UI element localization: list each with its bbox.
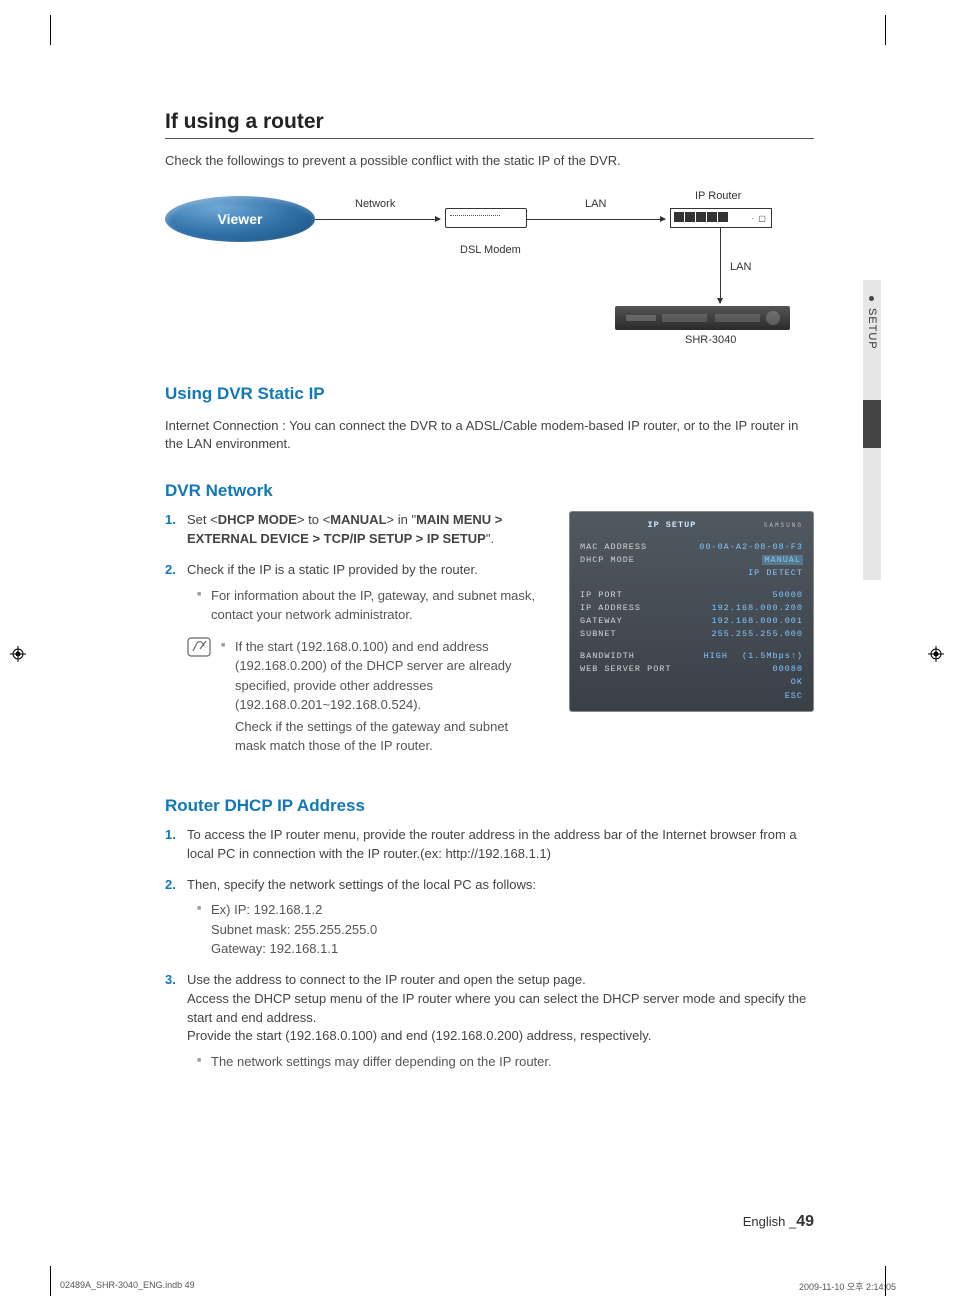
para-dvr-static-ip: Internet Connection : You can connect th… (165, 417, 814, 453)
label-lan: LAN (585, 198, 606, 210)
page-footer: English _49 (743, 1213, 814, 1231)
label-dsl-modem: DSL Modem (460, 244, 521, 256)
label-ip-router: IP Router (695, 190, 741, 202)
label-network: Network (355, 198, 395, 210)
dsl-modem-node (445, 208, 527, 228)
section-tab: SETUP (863, 280, 881, 580)
heading-using-dvr-static-ip: Using DVR Static IP (165, 384, 814, 404)
router-step-2-example: Ex) IP: 192.168.1.2 Subnet mask: 255.255… (197, 900, 814, 959)
network-diagram: Viewer Network DSL Modem LAN IP Router ·… (165, 186, 814, 356)
dvr-node (615, 306, 790, 330)
viewer-node: Viewer (165, 196, 315, 242)
note-bullet-1: If the start (192.168.0.100) and end add… (221, 637, 535, 756)
heading-if-using-router: If using a router (165, 110, 814, 139)
router-step-3-bullet: The network settings may differ dependin… (197, 1052, 814, 1072)
label-device-model: SHR-3040 (685, 334, 736, 346)
router-step-3: 3. Use the address to connect to the IP … (165, 971, 814, 1072)
section-tab-label: SETUP (866, 308, 878, 350)
dvr-network-block: 1. Set <DHCP MODE> to <MANUAL> in "MAIN … (165, 511, 814, 756)
ip-router-node: · ▢ (670, 208, 772, 228)
step-1: 1. Set <DHCP MODE> to <MANUAL> in "MAIN … (165, 511, 535, 549)
note-block: If the start (192.168.0.100) and end add… (165, 637, 535, 756)
ip-panel-title: IP SETUP (580, 520, 764, 530)
note-icon (187, 637, 211, 657)
registration-mark-icon (10, 646, 26, 665)
router-step-2: 2. Then, specify the network settings of… (165, 876, 814, 959)
indb-timestamp: 2009-11-10 오후 2:14:05 (799, 1280, 896, 1293)
step-2-bullet: For information about the IP, gateway, a… (197, 586, 535, 625)
router-step-1: 1. To access the IP router menu, provide… (165, 826, 814, 864)
step-2: 2. Check if the IP is a static IP provid… (165, 561, 535, 625)
indb-footer: 02489A_SHR-3040_ENG.indb 49 2009-11-10 오… (60, 1280, 896, 1293)
label-lan2: LAN (730, 261, 751, 273)
registration-mark-icon (928, 646, 944, 665)
manual-page: SETUP If using a router Check the follow… (0, 0, 954, 1311)
heading-dvr-network: DVR Network (165, 481, 814, 501)
heading-router-dhcp: Router DHCP IP Address (165, 796, 814, 816)
indb-file: 02489A_SHR-3040_ENG.indb 49 (60, 1280, 195, 1293)
brand-label: SAMSUNG (764, 522, 803, 529)
ip-setup-panel: IP SETUP SAMSUNG MAC ADDRESS00-0A-A2-08-… (569, 511, 814, 712)
intro-text: Check the followings to prevent a possib… (165, 153, 814, 168)
